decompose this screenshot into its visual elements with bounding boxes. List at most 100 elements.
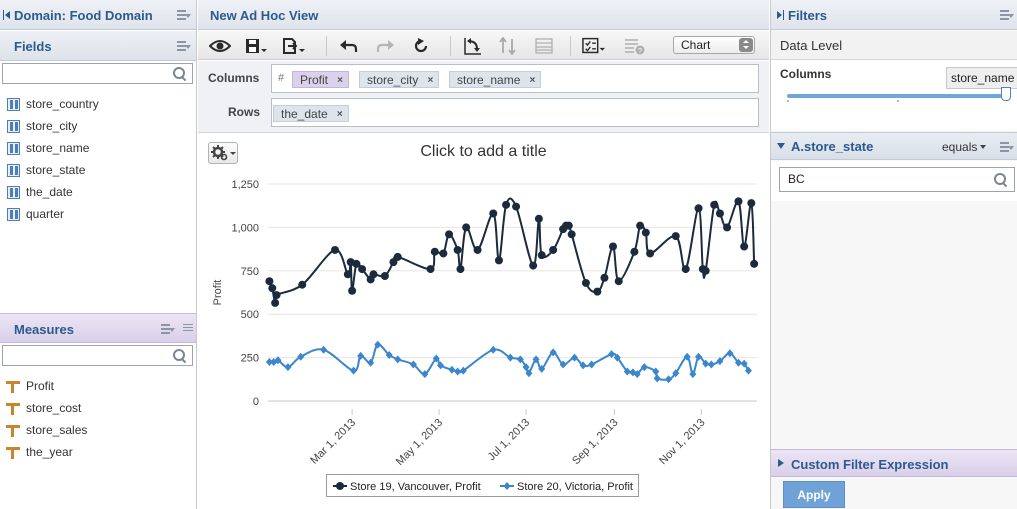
data-point — [681, 265, 690, 274]
apply-button[interactable]: Apply — [783, 481, 845, 508]
export-icon[interactable] — [282, 35, 306, 57]
data-point — [489, 345, 497, 354]
measures-list-icon[interactable] — [183, 324, 193, 334]
redo-icon[interactable] — [373, 35, 397, 57]
row-pill-the-date[interactable]: the_date × — [273, 105, 349, 122]
measure-label: Profit — [26, 379, 55, 393]
measure-item-store-cost[interactable]: store_cost — [0, 397, 196, 419]
data-point — [271, 298, 280, 307]
search-icon[interactable] — [994, 173, 1007, 186]
data-point — [494, 256, 503, 265]
slider-tick — [787, 100, 789, 102]
measure-label: store_sales — [26, 423, 88, 437]
domain-title: Domain: Food Domain — [14, 8, 153, 23]
expand-icon[interactable] — [778, 459, 784, 467]
filter-value-input[interactable]: BC — [779, 167, 1015, 192]
data-point — [750, 259, 759, 268]
field-item-store-city[interactable]: store_city — [0, 115, 196, 137]
measure-icon — [6, 424, 20, 437]
data-point — [671, 232, 680, 241]
rows-drop-zone[interactable]: the_date × — [271, 98, 759, 127]
data-point — [710, 200, 719, 209]
y-tick-label: 250 — [241, 353, 259, 365]
filter-store-state-header[interactable]: A.store_state equals — [771, 132, 1017, 160]
measure-item-store-sales[interactable]: store_sales — [0, 419, 196, 441]
filters-menu-icon[interactable] — [1000, 10, 1014, 20]
measures-menu-icon[interactable] — [161, 324, 175, 334]
eye-icon[interactable] — [208, 35, 232, 57]
collapse-right-icon[interactable] — [776, 10, 784, 20]
data-point — [747, 199, 756, 208]
expand-icon[interactable] — [777, 143, 785, 149]
field-item-the-date[interactable]: the_date — [0, 181, 196, 203]
custom-filter-header[interactable]: Custom Filter Expression — [771, 449, 1017, 477]
data-point — [588, 360, 596, 369]
column-pill-store-name[interactable]: store_name × — [449, 71, 542, 89]
filter-menu-icon[interactable] — [1000, 142, 1014, 152]
chart-options-button[interactable] — [208, 142, 238, 164]
chart-title[interactable]: Click to add a title — [198, 143, 769, 161]
data-level-panel: Columns store_name — [771, 60, 1017, 130]
collapse-left-icon[interactable] — [3, 10, 11, 20]
query-icon[interactable]: ? — [623, 35, 647, 57]
field-icon — [7, 186, 20, 199]
data-level-slider-track[interactable] — [787, 94, 1009, 98]
check-list-icon[interactable] — [582, 35, 606, 57]
search-icon[interactable] — [173, 67, 186, 80]
data-point — [393, 252, 402, 261]
save-icon[interactable] — [244, 35, 268, 57]
remove-icon[interactable]: × — [428, 72, 434, 89]
data-point — [593, 287, 602, 296]
data-point — [369, 270, 378, 279]
data-point — [489, 209, 498, 218]
data-point — [600, 273, 609, 282]
field-item-store-state[interactable]: store_state — [0, 159, 196, 181]
field-label: quarter — [26, 207, 65, 221]
fields-search-input[interactable] — [2, 63, 193, 84]
measures-search-input[interactable] — [2, 345, 193, 366]
column-pill-profit[interactable]: Profit × — [292, 71, 350, 89]
column-pill-store-city[interactable]: store_city × — [359, 71, 440, 89]
data-point — [715, 209, 724, 218]
measure-item-profit[interactable]: Profit — [0, 375, 196, 397]
data-point — [343, 270, 352, 279]
columns-drop-zone[interactable]: # Profit × store_city × store_name × — [271, 64, 759, 93]
undo-icon[interactable] — [337, 35, 361, 57]
view-header: New Ad Hoc View — [198, 0, 769, 30]
field-icon — [7, 208, 20, 221]
remove-icon[interactable]: × — [530, 72, 536, 89]
search-icon[interactable] — [173, 349, 186, 362]
filter-operator-select[interactable]: equals — [942, 140, 987, 154]
data-point — [448, 365, 456, 374]
data-point — [380, 272, 389, 281]
sort-icon[interactable] — [496, 35, 520, 57]
measure-label: the_year — [26, 445, 73, 459]
data-point — [549, 245, 558, 254]
field-icon — [7, 164, 20, 177]
data-level-slider-thumb[interactable] — [1001, 87, 1011, 101]
view-type-select[interactable]: Chart — [673, 36, 755, 54]
filters-title: Filters — [788, 8, 828, 23]
field-item-store-country[interactable]: store_country — [0, 93, 196, 115]
field-icon — [7, 120, 20, 133]
center-panel: New Ad Hoc View ? Chart Columns # Profit… — [198, 0, 769, 509]
field-item-store-name[interactable]: store_name — [0, 137, 196, 159]
data-point — [567, 230, 576, 239]
y-tick-label: 500 — [241, 309, 259, 321]
undo-all-icon[interactable] — [409, 35, 433, 57]
domain-menu-icon[interactable] — [177, 10, 191, 20]
field-item-quarter[interactable]: quarter — [0, 203, 196, 225]
measure-item-the-year[interactable]: the_year — [0, 441, 196, 463]
remove-icon[interactable]: × — [337, 72, 343, 89]
select-arrows-icon — [739, 38, 753, 52]
switch-axes-icon[interactable] — [460, 35, 484, 57]
data-point — [473, 245, 482, 254]
filter-store-state-body: BC — [771, 161, 1017, 201]
table-icon[interactable] — [532, 35, 556, 57]
data-point — [564, 221, 573, 230]
fields-menu-icon[interactable] — [177, 41, 191, 51]
x-tick-label: Mar 1, 2013 — [308, 417, 358, 467]
remove-icon[interactable]: × — [337, 106, 343, 123]
fields-list: store_country store_city store_name stor… — [0, 93, 196, 225]
data-point — [641, 228, 650, 237]
